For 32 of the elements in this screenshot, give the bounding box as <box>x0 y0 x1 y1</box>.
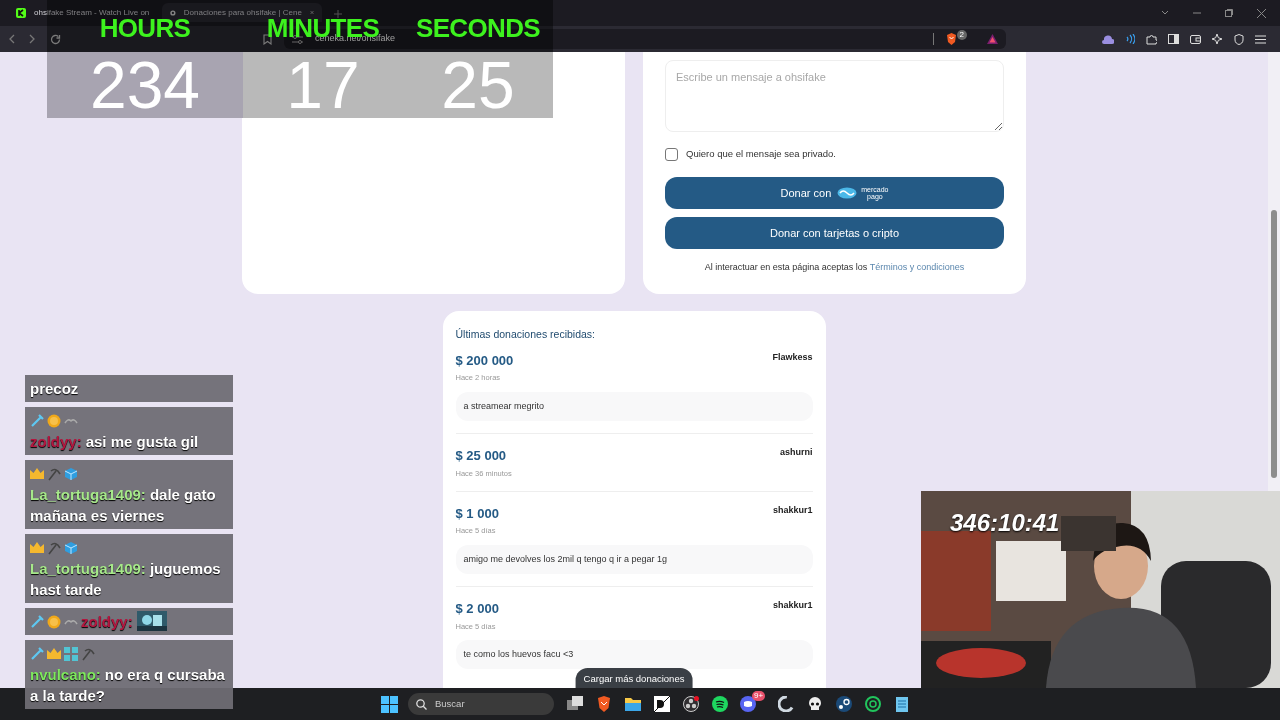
chat-line: La_tortuga1409: juguemos hast tarde <box>30 559 222 600</box>
donor-name: shakkur1 <box>772 503 813 517</box>
donation-message: a streamear megrito <box>455 391 813 421</box>
timer-label: SECONDS <box>416 18 540 38</box>
notification-badge: 9+ <box>752 691 766 701</box>
timer-value: 17 <box>286 52 360 118</box>
checkbox-label: Quiero que el mensaje sea privado. <box>686 147 836 161</box>
donation-message: te como los huevos facu <3 <box>455 639 813 670</box>
donor-name: Flawkess <box>772 350 813 364</box>
donor-name: ashurni <box>780 446 813 459</box>
chat-line: zoldyy: <box>81 612 134 632</box>
chat-line: precoz <box>30 379 79 399</box>
donation-message: amigo me devolves los 2mil q tengo q ir a pegar 1g <box>455 544 813 574</box>
donation-amount: $ 200 000 <box>455 351 514 370</box>
search-field[interactable]: Buscar <box>408 693 554 715</box>
donor-name: shakkur1 <box>772 599 813 612</box>
message-field[interactable]: Escribe un mensaje a ohsifake <box>665 60 1004 132</box>
donation-amount: $ 2 000 <box>455 600 499 618</box>
count-badge: 2 <box>956 30 967 40</box>
section-title: Últimas donaciones recibidas: <box>455 327 596 342</box>
terms-text: Al interactuar en esta página aceptas los Términos y condiciones <box>703 261 966 275</box>
stream-timer: 346:10:41 <box>950 508 1060 538</box>
donation-amount: $ 1 000 <box>455 504 499 523</box>
donate-button[interactable]: Donar con tarjetas o cripto <box>665 217 1004 250</box>
chat-line: zoldyy: asi me gusta gil <box>30 432 199 452</box>
load-more-button[interactable]: Cargar más donaciones <box>575 668 693 688</box>
chat-line: nvulcano: no era q cursaba a la tarde? <box>30 665 226 706</box>
timer-value: 234 <box>89 52 201 118</box>
terms-link[interactable]: Términos y condiciones <box>869 262 965 273</box>
timer-value: 25 <box>441 52 515 118</box>
chat-line: La_tortuga1409: dale gato mañana es viernes <box>30 485 217 526</box>
donation-amount: $ 25 000 <box>455 447 507 465</box>
